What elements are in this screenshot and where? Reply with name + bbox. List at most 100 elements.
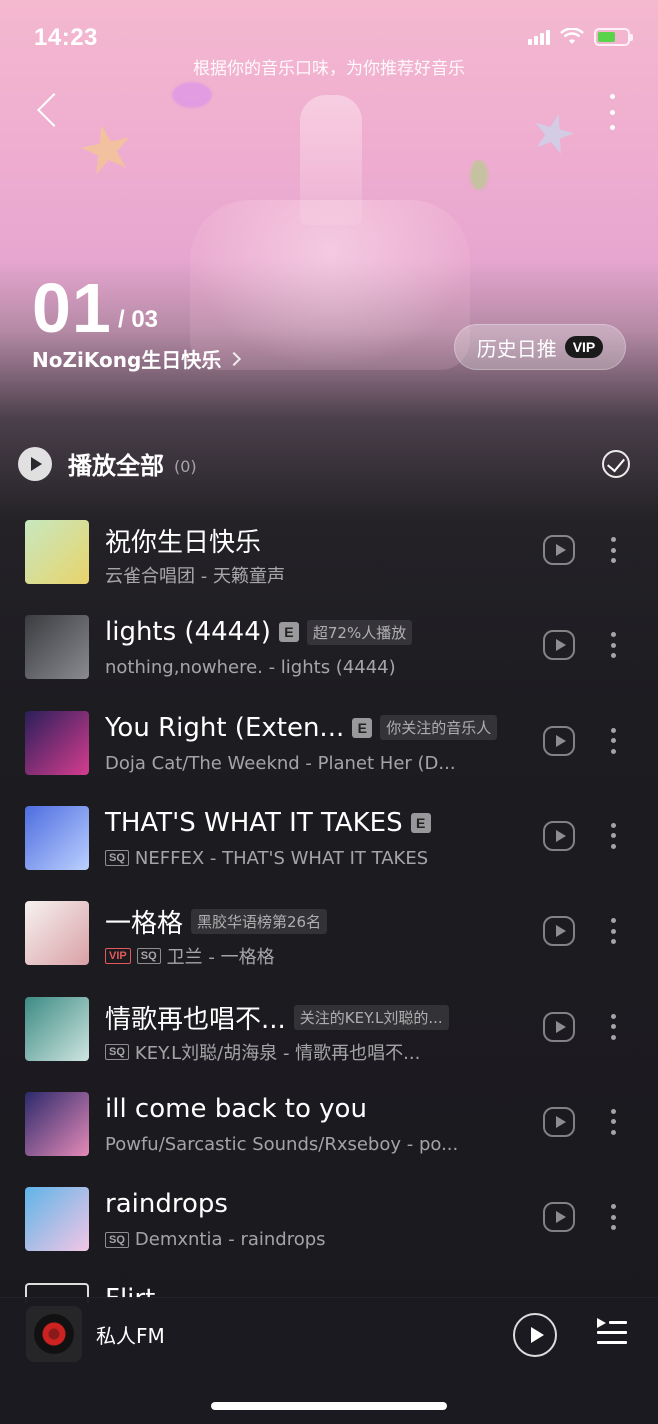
quality-tag: SQ bbox=[105, 1043, 129, 1060]
song-title-row: lights (4444) E 超72%人播放 bbox=[105, 617, 413, 648]
play-all-button[interactable]: 播放全部 (0) bbox=[18, 446, 197, 481]
song-row[interactable]: 祝你生日快乐云雀合唱团 - 天籁童声 bbox=[0, 500, 658, 595]
more-options-icon[interactable] bbox=[608, 94, 616, 130]
play-all-label: 播放全部 bbox=[68, 452, 164, 480]
song-row[interactable]: THAT'S WHAT IT TAKES E SQ NEFFEX - THAT'S W… bbox=[0, 786, 658, 881]
song-artist: 云雀合唱团 - 天籁童声 bbox=[105, 566, 285, 587]
song-more-icon[interactable] bbox=[611, 1013, 617, 1040]
song-cover bbox=[25, 615, 89, 680]
vip-badge: VIP bbox=[564, 336, 604, 358]
song-cover bbox=[25, 805, 89, 870]
video-play-icon[interactable] bbox=[543, 1202, 575, 1233]
song-row[interactable]: ill come back to you Powfu/Sarcastic Soun… bbox=[0, 1072, 658, 1167]
song-subtitle-row: SQ KEY.L刘聪/胡海泉 - 情歌再也唱不... bbox=[105, 1039, 420, 1065]
song-more-icon[interactable] bbox=[611, 632, 617, 659]
song-tag: 超72%人播放 bbox=[306, 619, 413, 645]
wifi-icon bbox=[560, 28, 584, 44]
song-title: THAT'S WHAT IT TAKES bbox=[105, 807, 403, 838]
day-number: 01 bbox=[32, 269, 112, 347]
song-subtitle-row: SQ Demxntia - raindrops bbox=[105, 1229, 326, 1250]
song-more-icon[interactable] bbox=[611, 537, 617, 563]
song-title-row: 一格格 黑胶华语榜第26名 bbox=[105, 903, 328, 940]
mini-play-button[interactable] bbox=[513, 1313, 557, 1357]
back-button[interactable] bbox=[30, 90, 70, 134]
song-subtitle-row: nothing,nowhere. - lights (4444) bbox=[105, 657, 396, 678]
day-total: / 03 bbox=[118, 306, 159, 333]
owner-name: NoZiKong生日快乐 bbox=[32, 348, 222, 372]
status-icons bbox=[528, 28, 633, 46]
song-subtitle-row: Powfu/Sarcastic Sounds/Rxseboy - po... bbox=[105, 1134, 458, 1155]
song-artist: Demxntia - raindrops bbox=[134, 1229, 326, 1251]
recommend-subtitle: 根据你的音乐口味，为你推荐好音乐 bbox=[193, 59, 465, 79]
video-play-icon[interactable] bbox=[543, 820, 575, 851]
song-subtitle-row: 云雀合唱团 - 天籁童声 bbox=[105, 562, 285, 588]
song-artist: nothing,nowhere. - lights (4444) bbox=[105, 657, 396, 679]
song-tag: 关注的KEY.L刘聪的... bbox=[293, 1004, 449, 1030]
song-title: 祝你生日快乐 bbox=[105, 528, 262, 558]
song-row[interactable]: 一格格 黑胶华语榜第26名 VIP SQ 卫兰 - 一格格 bbox=[0, 881, 658, 976]
play-circle-icon bbox=[18, 446, 52, 481]
vinyl-record-icon bbox=[34, 1314, 74, 1354]
quality-tag: SQ bbox=[136, 948, 161, 965]
song-title: lights (4444) bbox=[105, 617, 271, 648]
song-title: 一格格 bbox=[105, 909, 184, 940]
song-cover bbox=[25, 901, 89, 966]
video-play-icon[interactable] bbox=[543, 916, 575, 947]
song-more-icon[interactable] bbox=[611, 822, 617, 849]
mini-player-title: 私人FM bbox=[96, 1324, 165, 1348]
explicit-badge: E bbox=[410, 812, 431, 833]
song-title-row: ill come back to you bbox=[105, 1094, 367, 1124]
song-title-row: 祝你生日快乐 bbox=[105, 522, 261, 559]
song-more-icon[interactable] bbox=[611, 727, 617, 754]
video-play-icon[interactable] bbox=[543, 630, 575, 661]
multi-select-icon[interactable] bbox=[602, 450, 630, 478]
song-subtitle-row: VIP SQ 卫兰 - 一格格 bbox=[105, 943, 275, 969]
explicit-badge: E bbox=[352, 717, 373, 738]
history-label: 历史日推 bbox=[476, 336, 557, 361]
status-time: 14:23 bbox=[34, 24, 98, 51]
quality-tag: SQ bbox=[105, 1231, 129, 1248]
decoration bbox=[470, 160, 488, 190]
song-row[interactable]: 情歌再也唱不... 关注的KEY.L刘聪的... SQ KEY.L刘聪/胡海泉 - 情… bbox=[0, 977, 658, 1072]
song-title-row: raindrops bbox=[105, 1189, 228, 1219]
quality-tag: SQ bbox=[105, 850, 129, 867]
home-indicator bbox=[211, 1402, 447, 1410]
signal-icon bbox=[528, 29, 550, 45]
song-more-icon[interactable] bbox=[611, 1204, 617, 1231]
song-artist: Powfu/Sarcastic Sounds/Rxseboy - po... bbox=[105, 1133, 459, 1155]
decoration bbox=[172, 82, 212, 108]
playlist-icon[interactable] bbox=[597, 1318, 627, 1348]
playlist-owner-link[interactable]: NoZiKong生日快乐 bbox=[32, 344, 242, 373]
song-artist: NEFFEX - THAT'S WHAT IT TAKES bbox=[134, 847, 429, 869]
song-row[interactable]: You Right (Exten... E 你关注的音乐人 Doja Cat/The … bbox=[0, 691, 658, 786]
video-play-icon[interactable] bbox=[543, 725, 575, 756]
star-decoration: ★ bbox=[523, 98, 584, 170]
song-cover bbox=[25, 520, 89, 584]
song-title-row: You Right (Exten... E 你关注的音乐人 bbox=[105, 712, 498, 743]
vip-tag: VIP bbox=[105, 948, 131, 965]
song-title: You Right (Exten... bbox=[105, 712, 345, 743]
song-tag: 黑胶华语榜第26名 bbox=[191, 909, 328, 935]
song-more-icon[interactable] bbox=[611, 918, 617, 945]
battery-icon bbox=[594, 28, 633, 46]
song-row[interactable]: lights (4444) E 超72%人播放 nothing,nowhere. - … bbox=[0, 595, 658, 690]
song-row[interactable]: raindrops SQ Demxntia - raindrops bbox=[0, 1167, 658, 1262]
song-title-row: 情歌再也唱不... 关注的KEY.L刘聪的... bbox=[105, 999, 449, 1036]
explicit-badge: E bbox=[278, 622, 299, 643]
song-title: 情歌再也唱不... bbox=[105, 1004, 286, 1035]
fm-cover bbox=[26, 1306, 82, 1362]
song-cover bbox=[25, 710, 89, 775]
song-cover bbox=[25, 996, 89, 1061]
song-subtitle-row: Doja Cat/The Weeknd - Planet Her (D... bbox=[105, 753, 456, 774]
video-play-icon[interactable] bbox=[543, 535, 575, 565]
song-more-icon[interactable] bbox=[611, 1108, 617, 1135]
history-recommend-button[interactable]: 历史日推 VIP bbox=[454, 324, 626, 370]
video-play-icon[interactable] bbox=[543, 1011, 575, 1042]
song-cover bbox=[25, 1187, 89, 1252]
song-title-row: THAT'S WHAT IT TAKES E bbox=[105, 808, 431, 838]
song-tag: 你关注的音乐人 bbox=[380, 715, 498, 741]
song-cover bbox=[25, 1091, 89, 1156]
song-title: ill come back to you bbox=[105, 1093, 367, 1124]
video-play-icon[interactable] bbox=[543, 1106, 575, 1137]
daily-recommend-page: ★ ★ 14:23 根据你的音乐口味，为你推荐好音乐 01 / 03 NoZiK… bbox=[0, 0, 658, 1424]
